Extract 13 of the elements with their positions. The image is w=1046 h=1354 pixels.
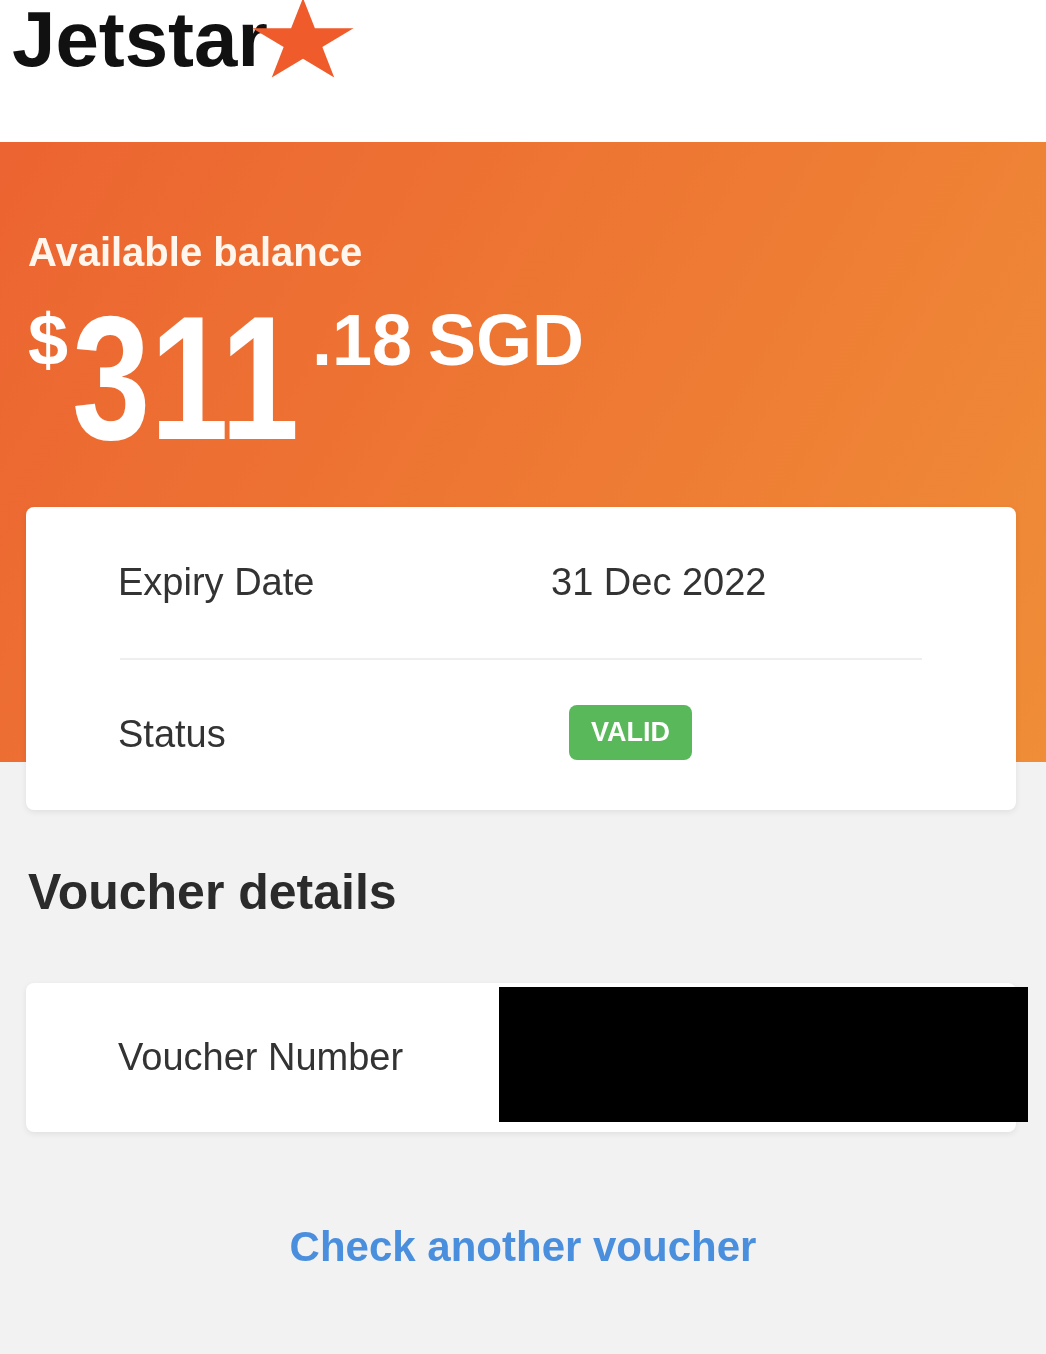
- row-value: 31 Dec 2022: [551, 560, 767, 604]
- section-title: Voucher details: [28, 863, 398, 922]
- check-voucher-link[interactable]: Check another voucher: [289, 1222, 757, 1273]
- balance-cents: .18: [312, 304, 413, 376]
- row-label: Expiry Date: [118, 560, 315, 604]
- currency-code: SGD: [428, 304, 585, 376]
- brand-name: Jetstar: [12, 0, 268, 78]
- balance-label: Available balance: [28, 229, 364, 276]
- balance-amount: 311: [72, 290, 300, 466]
- row-label: Voucher Number: [118, 1036, 405, 1079]
- currency-symbol: $: [28, 304, 69, 376]
- row-label: Status: [118, 713, 226, 757]
- status-badge: VALID: [569, 705, 692, 761]
